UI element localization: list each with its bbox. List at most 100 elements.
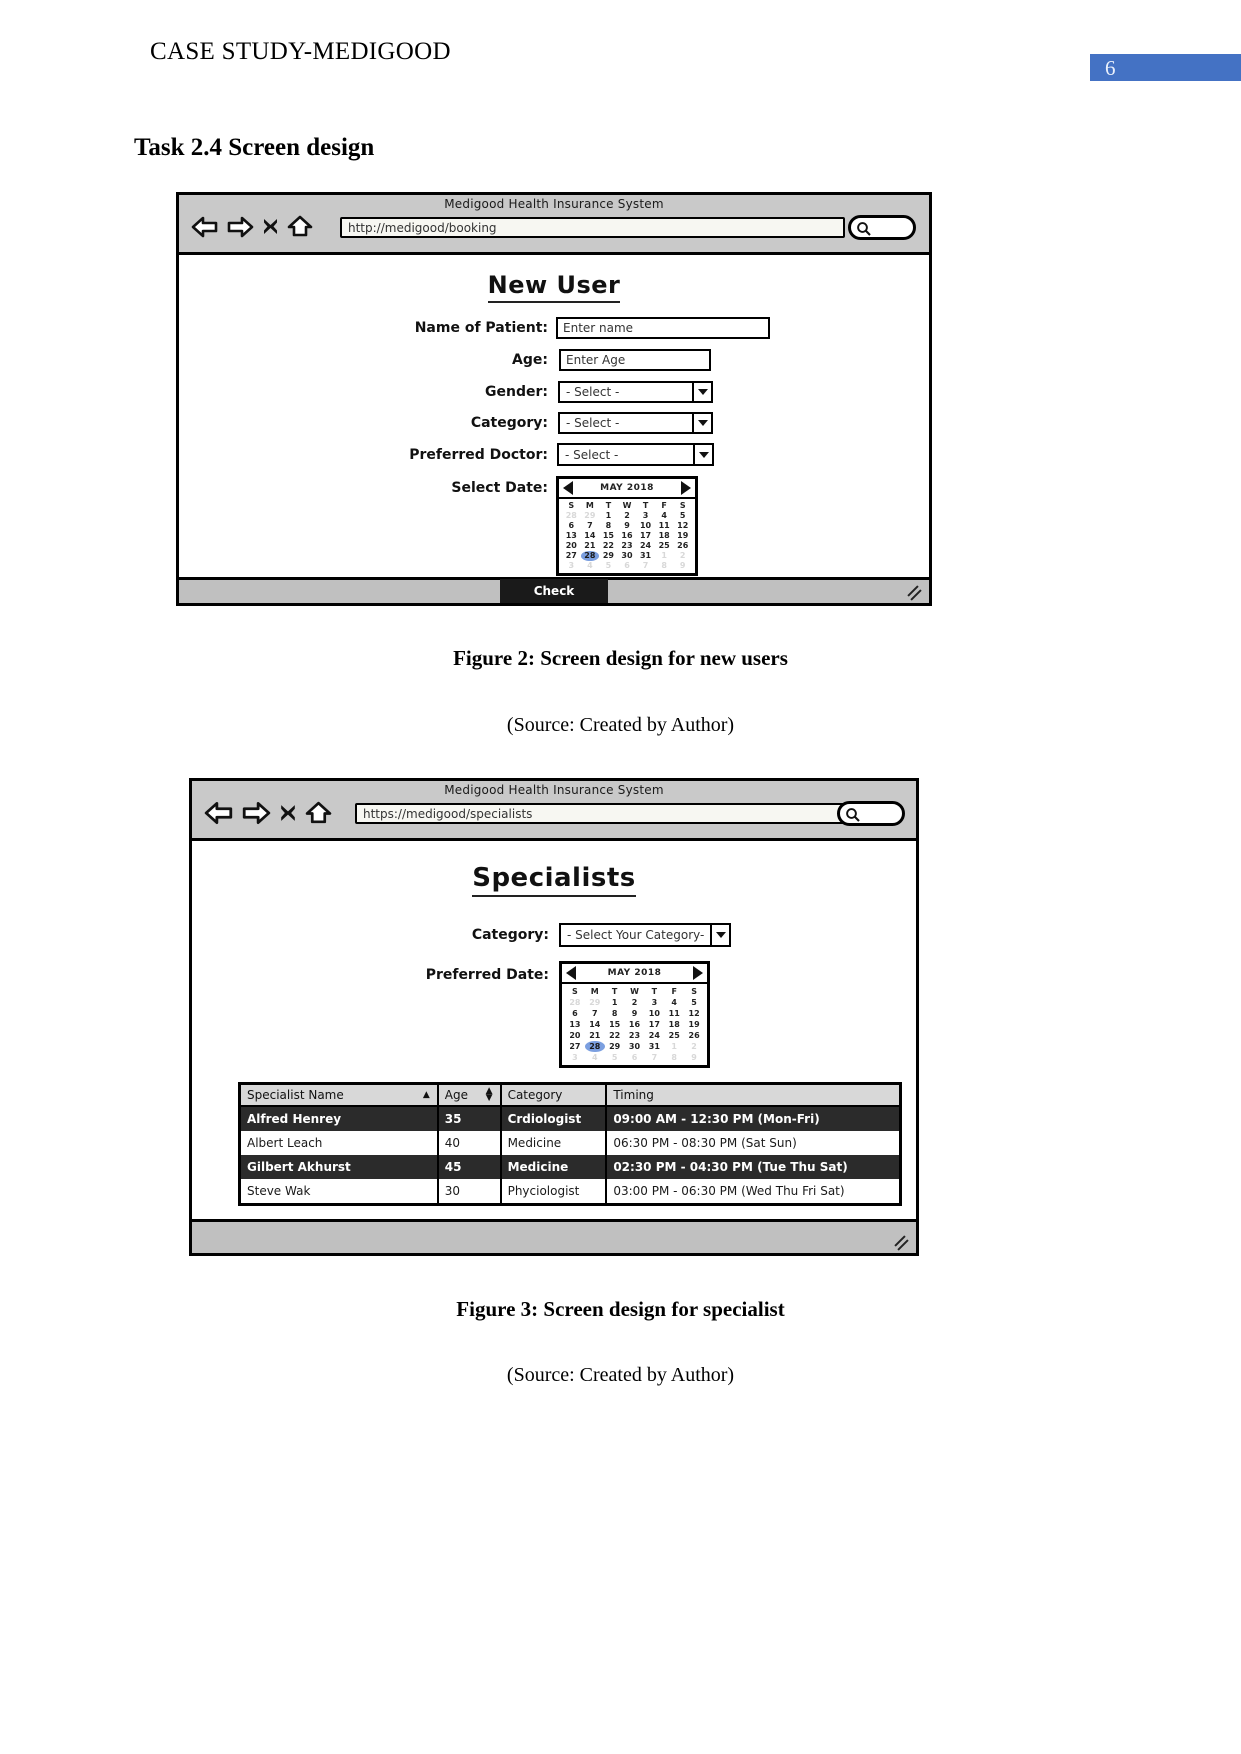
- calendar-day[interactable]: 25: [655, 541, 674, 551]
- category-select[interactable]: - Select Your Category-: [559, 923, 731, 947]
- table-row[interactable]: Steve Wak 30 Phyciologist 03:00 PM - 06:30 …: [239, 1179, 901, 1205]
- calendar-day[interactable]: 16: [618, 531, 637, 541]
- patient-name-input[interactable]: Enter name: [556, 317, 770, 339]
- calendar-day[interactable]: 17: [644, 1019, 664, 1030]
- calendar-day[interactable]: 22: [605, 1030, 625, 1041]
- calendar-day[interactable]: 20: [562, 541, 581, 551]
- calendar-day[interactable]: 18: [664, 1019, 684, 1030]
- calendar-grid[interactable]: S M T W T F S 28 29 1 2 3 4 5 6 7 8 9 10 11 12 13 14 15 16 17 18 19…: [559, 499, 695, 573]
- calendar-day[interactable]: 1: [605, 997, 625, 1008]
- forward-arrow-icon[interactable]: [241, 801, 271, 825]
- date-picker-calendar[interactable]: MAY 2018 S M T W T F S 28 29 1 2 3 4 5 6 7 8 9 10 11 12 13 14 1…: [556, 476, 698, 576]
- table-row[interactable]: Gilbert Akhurst 45 Medicine 02:30 PM - 04:3…: [239, 1155, 901, 1179]
- url-bar[interactable]: http://medigood/booking: [340, 217, 845, 238]
- calendar-day[interactable]: 23: [618, 541, 637, 551]
- chevron-left-icon[interactable]: [566, 966, 576, 980]
- calendar-day[interactable]: 21: [581, 541, 600, 551]
- calendar-grid[interactable]: S M T W T F S 28 29 1 2 3 4 5 6 7 8 9 10 11 12 13 14 15 16 17 18 19…: [562, 984, 707, 1065]
- chevron-right-icon[interactable]: [681, 481, 691, 495]
- url-bar[interactable]: https://medigood/specialists: [355, 803, 856, 824]
- calendar-day[interactable]: 8: [599, 521, 618, 531]
- calendar-day[interactable]: 5: [673, 511, 692, 521]
- age-input[interactable]: Enter Age: [559, 349, 711, 371]
- sort-ascending-icon[interactable]: ▲: [423, 1091, 430, 1100]
- check-button[interactable]: Check: [500, 579, 608, 603]
- calendar-day[interactable]: 10: [636, 521, 655, 531]
- column-header-age[interactable]: Age ▲ ▼: [437, 1083, 502, 1107]
- sort-both-icon[interactable]: ▲ ▼: [486, 1087, 493, 1103]
- calendar-day[interactable]: 15: [605, 1019, 625, 1030]
- search-box[interactable]: [837, 801, 905, 826]
- category-select[interactable]: - Select -: [558, 412, 713, 434]
- calendar-day[interactable]: 3: [644, 997, 664, 1008]
- calendar-day[interactable]: 19: [673, 531, 692, 541]
- date-picker-calendar[interactable]: MAY 2018 S M T W T F S 28 29 1 2 3 4 5 6 7 8 9 10 11 12 13 14 1…: [559, 961, 710, 1068]
- resize-grip-icon[interactable]: [906, 585, 924, 601]
- chevron-down-icon[interactable]: [692, 383, 711, 401]
- preferred-doctor-select[interactable]: - Select -: [557, 443, 714, 466]
- calendar-day[interactable]: 12: [673, 521, 692, 531]
- gender-select[interactable]: - Select -: [558, 381, 713, 403]
- calendar-day[interactable]: 7: [585, 1008, 605, 1019]
- calendar-day[interactable]: 4: [655, 511, 674, 521]
- calendar-day[interactable]: 19: [684, 1019, 704, 1030]
- calendar-day[interactable]: 13: [565, 1019, 585, 1030]
- calendar-day-selected[interactable]: 28: [580, 551, 600, 561]
- calendar-day[interactable]: 11: [655, 521, 674, 531]
- calendar-day[interactable]: 2: [618, 511, 637, 521]
- calendar-day[interactable]: 23: [625, 1030, 645, 1041]
- calendar-day[interactable]: 29: [599, 551, 618, 561]
- calendar-day[interactable]: 14: [585, 1019, 605, 1030]
- calendar-day[interactable]: 13: [562, 531, 581, 541]
- chevron-down-icon[interactable]: [692, 414, 711, 432]
- chevron-down-icon[interactable]: [710, 925, 729, 945]
- chevron-right-icon[interactable]: [693, 966, 703, 980]
- calendar-day[interactable]: 15: [599, 531, 618, 541]
- calendar-day[interactable]: 6: [565, 1008, 585, 1019]
- calendar-day[interactable]: 30: [618, 551, 637, 561]
- calendar-day[interactable]: 30: [625, 1041, 645, 1052]
- calendar-day[interactable]: 27: [565, 1041, 585, 1052]
- calendar-day[interactable]: 6: [562, 521, 581, 531]
- back-arrow-icon[interactable]: [204, 801, 234, 825]
- calendar-day[interactable]: 12: [684, 1008, 704, 1019]
- calendar-day[interactable]: 31: [644, 1041, 664, 1052]
- calendar-day[interactable]: 31: [636, 551, 655, 561]
- forward-arrow-icon[interactable]: [226, 216, 254, 238]
- calendar-day[interactable]: 7: [581, 521, 600, 531]
- calendar-day[interactable]: 3: [636, 511, 655, 521]
- calendar-day-selected[interactable]: 28: [584, 1041, 605, 1052]
- calendar-day[interactable]: 1: [599, 511, 618, 521]
- chevron-down-icon[interactable]: [693, 445, 712, 464]
- calendar-day[interactable]: 8: [605, 1008, 625, 1019]
- back-arrow-icon[interactable]: [191, 216, 219, 238]
- home-icon[interactable]: [287, 215, 313, 238]
- calendar-day[interactable]: 22: [599, 541, 618, 551]
- close-icon[interactable]: [278, 802, 298, 824]
- table-row[interactable]: Albert Leach 40 Medicine 06:30 PM - 08:30 P…: [239, 1131, 901, 1155]
- calendar-day[interactable]: 2: [625, 997, 645, 1008]
- calendar-day[interactable]: 16: [625, 1019, 645, 1030]
- calendar-day[interactable]: 18: [655, 531, 674, 541]
- calendar-day[interactable]: 9: [625, 1008, 645, 1019]
- calendar-day[interactable]: 14: [581, 531, 600, 541]
- calendar-day[interactable]: 26: [673, 541, 692, 551]
- calendar-day[interactable]: 10: [644, 1008, 664, 1019]
- calendar-day[interactable]: 24: [636, 541, 655, 551]
- calendar-day[interactable]: 21: [585, 1030, 605, 1041]
- chevron-left-icon[interactable]: [563, 481, 573, 495]
- home-icon[interactable]: [305, 801, 332, 825]
- close-icon[interactable]: [261, 216, 280, 237]
- calendar-day[interactable]: 25: [664, 1030, 684, 1041]
- search-box[interactable]: [848, 215, 916, 240]
- calendar-day[interactable]: 9: [618, 521, 637, 531]
- calendar-day[interactable]: 20: [565, 1030, 585, 1041]
- resize-grip-icon[interactable]: [893, 1235, 911, 1251]
- calendar-day[interactable]: 4: [664, 997, 684, 1008]
- table-row[interactable]: Alfred Henrey 35 Crdiologist 09:00 AM - 12:…: [239, 1106, 901, 1131]
- calendar-day[interactable]: 24: [644, 1030, 664, 1041]
- calendar-day[interactable]: 27: [562, 551, 581, 561]
- calendar-day[interactable]: 11: [664, 1008, 684, 1019]
- column-header-category[interactable]: Category: [500, 1083, 608, 1107]
- calendar-day[interactable]: 26: [684, 1030, 704, 1041]
